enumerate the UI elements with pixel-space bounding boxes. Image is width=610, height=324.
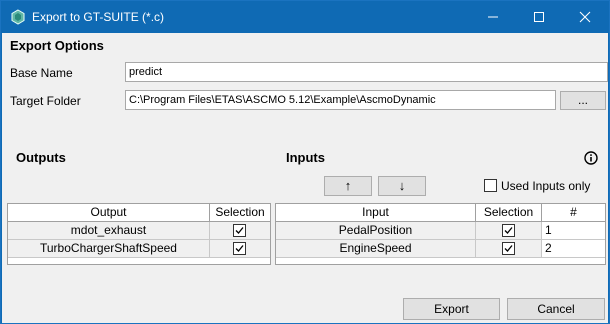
table-row[interactable]: EngineSpeed xyxy=(276,240,476,258)
move-down-button[interactable]: ↓ xyxy=(378,176,426,196)
table-row[interactable]: mdot_exhaust xyxy=(8,222,210,240)
table-cell-selection[interactable] xyxy=(210,240,270,258)
table-cell-index[interactable]: 2 xyxy=(542,240,605,258)
checkmark-icon xyxy=(235,227,244,234)
used-inputs-checkbox[interactable] xyxy=(484,179,497,192)
table-cell-index[interactable]: 1 xyxy=(542,222,605,240)
checkmark-icon xyxy=(235,245,244,252)
export-button[interactable]: Export xyxy=(403,298,500,320)
target-folder-input[interactable]: C:\Program Files\ETAS\ASCMO 5.12\Example… xyxy=(125,90,556,110)
minimize-button[interactable] xyxy=(470,1,516,33)
app-icon xyxy=(10,9,26,25)
output-selection-checkbox[interactable] xyxy=(233,224,246,237)
move-up-button[interactable]: ↑ xyxy=(324,176,372,196)
section-title: Export Options xyxy=(10,38,104,53)
selection-column-header[interactable]: Selection xyxy=(476,204,542,222)
dialog-client: Export Options Base Name predict Target … xyxy=(2,33,608,323)
close-icon xyxy=(579,11,591,23)
table-cell-selection[interactable] xyxy=(210,222,270,240)
table-cell-selection[interactable] xyxy=(476,222,542,240)
outputs-table: Output Selection mdot_exhaust TurboCharg… xyxy=(7,203,271,265)
target-folder-label: Target Folder xyxy=(10,94,81,108)
base-name-label: Base Name xyxy=(10,66,73,80)
table-row[interactable]: TurboChargerShaftSpeed xyxy=(8,240,210,258)
base-name-input[interactable]: predict xyxy=(125,62,608,82)
input-selection-checkbox[interactable] xyxy=(502,224,515,237)
title-bar[interactable]: Export to GT-SUITE (*.c) xyxy=(1,1,609,33)
table-row[interactable]: PedalPosition xyxy=(276,222,476,240)
inputs-title: Inputs xyxy=(286,150,325,165)
cancel-button[interactable]: Cancel xyxy=(507,298,605,320)
checkmark-icon xyxy=(504,227,513,234)
used-inputs-label: Used Inputs only xyxy=(501,179,591,193)
info-icon[interactable] xyxy=(584,151,598,165)
checkmark-icon xyxy=(504,245,513,252)
window-title: Export to GT-SUITE (*.c) xyxy=(32,10,165,24)
selection-column-header[interactable]: Selection xyxy=(210,204,270,222)
table-cell-selection[interactable] xyxy=(476,240,542,258)
export-dialog: Export to GT-SUITE (*.c) Export Options … xyxy=(0,0,610,324)
inputs-table: Input Selection # PedalPosition 1 Engine… xyxy=(275,203,606,265)
close-button[interactable] xyxy=(562,1,608,33)
output-selection-checkbox[interactable] xyxy=(233,242,246,255)
index-column-header[interactable]: # xyxy=(542,204,605,222)
minimize-icon xyxy=(488,16,498,18)
browse-button[interactable]: ... xyxy=(560,91,606,110)
output-column-header[interactable]: Output xyxy=(8,204,210,222)
maximize-button[interactable] xyxy=(516,1,562,33)
input-selection-checkbox[interactable] xyxy=(502,242,515,255)
maximize-icon xyxy=(534,12,544,22)
outputs-title: Outputs xyxy=(16,150,66,165)
input-column-header[interactable]: Input xyxy=(276,204,476,222)
